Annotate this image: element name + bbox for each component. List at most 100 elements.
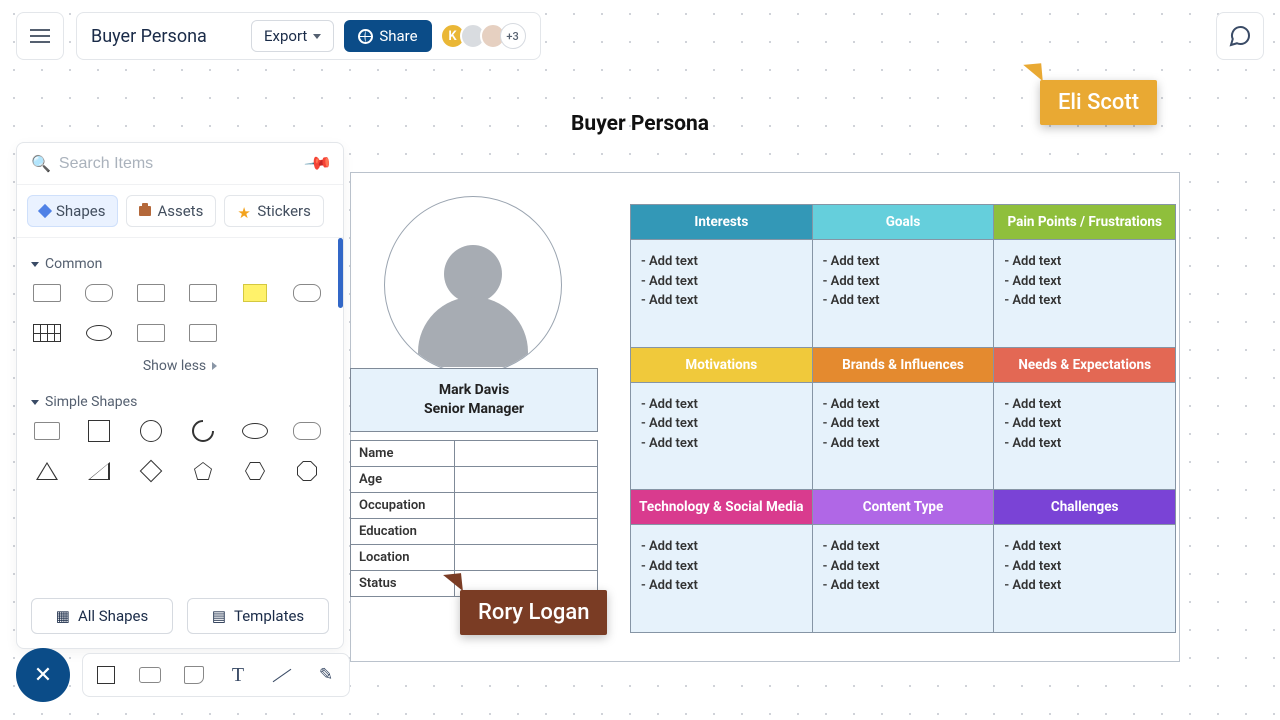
search-row: 🔍 📌 [17, 143, 343, 185]
avatar-placeholder-icon [413, 233, 533, 373]
attr-label: Age [351, 467, 455, 493]
grid-icon: ▦ [56, 607, 70, 625]
export-button[interactable]: Export [251, 20, 334, 52]
attr-label: Name [351, 441, 455, 467]
tool-rectangle[interactable] [91, 660, 121, 690]
pin-icon[interactable]: 📌 [302, 148, 333, 178]
grid-header[interactable]: Interests [631, 205, 812, 239]
persona-name: Mark Davis [439, 382, 509, 398]
persona-attributes-table[interactable]: NameAgeOccupationEducationLocationStatus [350, 440, 598, 597]
shape-item[interactable] [135, 322, 167, 344]
grid-header[interactable]: Technology & Social Media [631, 490, 812, 524]
table-row[interactable]: Age [351, 467, 598, 493]
document-title[interactable]: Buyer Persona [91, 26, 241, 47]
collaborator-avatars: K +3 [446, 23, 526, 49]
chevron-down-icon [31, 262, 39, 267]
table-row[interactable]: Location [351, 545, 598, 571]
grid-cell[interactable]: - Add text- Add text- Add text [631, 524, 812, 632]
hamburger-icon [30, 29, 50, 43]
shape-circle[interactable] [135, 420, 167, 442]
grid-cell[interactable]: - Add text- Add text- Add text [813, 239, 994, 347]
grid-header[interactable]: Brands & Influences [813, 348, 994, 382]
persona-name-card[interactable]: Mark Davis Senior Manager [350, 368, 598, 432]
shape-triangle[interactable] [31, 460, 63, 482]
section-label: Simple Shapes [45, 394, 137, 410]
tool-card[interactable] [135, 660, 165, 690]
attr-value[interactable] [454, 441, 597, 467]
title-bar: Buyer Persona Export Share K +3 [76, 12, 541, 60]
shape-square[interactable] [83, 420, 115, 442]
attr-label: Occupation [351, 493, 455, 519]
grid-cell[interactable]: - Add text- Add text- Add text [631, 382, 812, 490]
shape-item[interactable] [187, 322, 219, 344]
shape-rounded-rect[interactable] [291, 420, 323, 442]
show-less-toggle[interactable]: Show less [31, 352, 329, 384]
grid-header[interactable]: Challenges [994, 490, 1175, 524]
globe-icon [358, 29, 373, 44]
all-shapes-label: All Shapes [78, 607, 148, 625]
tab-label: Assets [157, 202, 203, 220]
persona-photo[interactable] [384, 196, 562, 374]
shape-item[interactable] [83, 282, 115, 304]
section-simple-shapes[interactable]: Simple Shapes [31, 394, 329, 410]
shape-octagon[interactable] [291, 460, 323, 482]
grid-header[interactable]: Pain Points / Frustrations [994, 205, 1175, 239]
quick-toolbar: T ✎ [82, 653, 350, 697]
all-shapes-button[interactable]: ▦ All Shapes [31, 598, 173, 634]
grid-header[interactable]: Motivations [631, 348, 812, 382]
shape-pentagon[interactable] [187, 460, 219, 482]
tab-label: Shapes [56, 202, 105, 220]
scrollbar[interactable] [338, 238, 343, 308]
collaborator-cursor-rory: Rory Logan [460, 590, 607, 635]
shape-item[interactable] [135, 282, 167, 304]
attr-value[interactable] [454, 467, 597, 493]
shape-diamond[interactable] [135, 460, 167, 482]
tab-assets[interactable]: Assets [126, 195, 216, 227]
templates-button[interactable]: ▤ Templates [187, 598, 329, 634]
attr-value[interactable] [454, 519, 597, 545]
close-fab[interactable]: ✕ [16, 648, 70, 702]
tool-sticky[interactable] [179, 660, 209, 690]
share-button[interactable]: Share [344, 20, 431, 52]
grid-header[interactable]: Goals [813, 205, 994, 239]
tab-shapes[interactable]: Shapes [27, 195, 118, 227]
section-common[interactable]: Common [31, 256, 329, 272]
shape-item[interactable] [83, 322, 115, 344]
tool-pen[interactable]: ✎ [311, 660, 341, 690]
table-row[interactable]: Education [351, 519, 598, 545]
shape-rectangle[interactable] [31, 420, 63, 442]
grid-header[interactable]: Needs & Expectations [994, 348, 1175, 382]
shape-item[interactable] [31, 322, 63, 344]
grid-cell[interactable]: - Add text- Add text- Add text [994, 524, 1175, 632]
persona-grid[interactable]: InterestsGoalsPain Points / Frustrations… [630, 204, 1176, 633]
show-less-label: Show less [143, 358, 206, 374]
tool-text[interactable]: T [223, 660, 253, 690]
canvas-title[interactable]: Buyer Persona [571, 112, 709, 136]
shape-item[interactable] [187, 282, 219, 304]
grid-cell[interactable]: - Add text- Add text- Add text [813, 524, 994, 632]
shape-ellipse[interactable] [239, 420, 271, 442]
tab-stickers[interactable]: ★ Stickers [224, 195, 324, 227]
shape-right-triangle[interactable] [83, 460, 115, 482]
attr-value[interactable] [454, 545, 597, 571]
grid-header[interactable]: Content Type [813, 490, 994, 524]
attr-value[interactable] [454, 493, 597, 519]
shape-item[interactable] [291, 282, 323, 304]
search-input[interactable] [59, 155, 307, 173]
shape-donut[interactable] [187, 420, 219, 442]
grid-cell[interactable]: - Add text- Add text- Add text [994, 239, 1175, 347]
grid-cell[interactable]: - Add text- Add text- Add text [813, 382, 994, 490]
comment-icon [1228, 24, 1252, 48]
shape-item[interactable] [239, 282, 271, 304]
table-row[interactable]: Occupation [351, 493, 598, 519]
shape-item[interactable] [31, 282, 63, 304]
grid-cell[interactable]: - Add text- Add text- Add text [631, 239, 812, 347]
share-label: Share [379, 27, 417, 45]
comment-button[interactable] [1216, 12, 1264, 60]
shape-hexagon[interactable] [239, 460, 271, 482]
grid-cell[interactable]: - Add text- Add text- Add text [994, 382, 1175, 490]
menu-button[interactable] [16, 12, 64, 60]
avatar-overflow[interactable]: +3 [500, 23, 526, 49]
tool-line[interactable] [267, 660, 297, 690]
table-row[interactable]: Name [351, 441, 598, 467]
